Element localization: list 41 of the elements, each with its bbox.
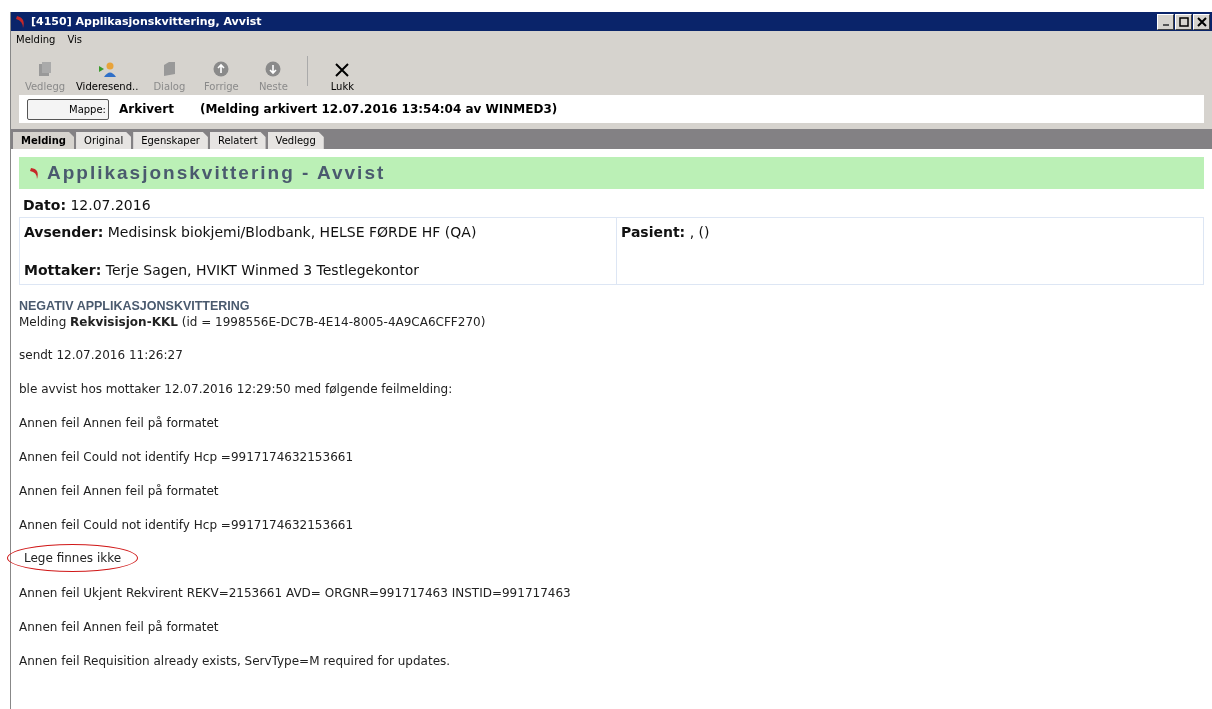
app-logo-icon [29, 166, 41, 180]
minimize-button[interactable] [1157, 13, 1174, 30]
message-line: Annen feil Could not identify Hcp =9917174632153661 [19, 517, 354, 534]
message-line: Annen feil Requisition already exists, ServType=M required for updates. [19, 653, 451, 670]
message-line: Annen feil Ukjent Rekvirent REKV=2153661 AVD= ORGNR=991717463 INSTID=991717463 [19, 585, 571, 602]
section-title: NEGATIV APPLIKASJONSKVITTERING [19, 299, 251, 313]
message-line: Annen feil Annen feil på formatet [19, 483, 219, 500]
sender-text: Avsender: Medisinsk biokjemi/Blodbank, HELSE FØRDE HF (QA) [24, 224, 478, 240]
message-line: sendt 12.07.2016 11:26:27 [19, 347, 183, 364]
patient-text: Pasient: , () [621, 224, 710, 240]
heading-title: Applikasjonskvittering - Avvist [47, 162, 386, 184]
forward-person-icon [98, 61, 117, 77]
close-button[interactable] [1193, 13, 1210, 30]
app-logo-icon [15, 14, 27, 29]
tab[interactable]: Melding [13, 132, 75, 149]
receiver-text: Mottaker: Terje Sagen, HVIKT Winmed 3 Testlegekontor [24, 262, 420, 278]
tab[interactable]: Relatert [209, 132, 266, 149]
menu-item[interactable]: Melding [16, 34, 56, 45]
close-icon [335, 63, 350, 77]
window-title: [4150] Applikasjonskvittering, Avvist [31, 15, 263, 28]
message-line: ble avvist hos mottaker 12.07.2016 12:29:50 med følgende feilmelding: [19, 381, 453, 398]
folder-name: Arkivert [119, 102, 174, 116]
message-line: Annen feil Annen feil på formatet [19, 619, 219, 636]
message-line: Melding Rekvisisjon-KKL (id = 1998556E-DC7B-4E14-8005-4A9CA6CFF270) [19, 314, 486, 331]
folder-button[interactable]: Mappe: [27, 98, 109, 120]
maximize-icon [1178, 16, 1189, 27]
close-icon [1196, 16, 1207, 27]
toolbar-button[interactable]: Lukk [316, 63, 369, 92]
document-icon [37, 61, 53, 77]
tab[interactable]: Vedlegg [267, 132, 324, 149]
maximize-button[interactable] [1175, 13, 1192, 30]
message-line: Annen feil Annen feil på formatet [19, 415, 219, 432]
toolbar-button[interactable]: Videresend.. [71, 61, 144, 92]
tab[interactable]: Egenskaper [133, 132, 208, 149]
minimize-icon [1162, 23, 1169, 26]
menu-item[interactable]: Vis [67, 34, 82, 45]
archive-info: (Melding arkivert 12.07.2016 13:54:04 av WINMED3) [199, 102, 558, 116]
document-icon [161, 61, 178, 77]
message-line: Annen feil Could not identify Hcp =9917174632153661 [19, 449, 354, 466]
tab[interactable]: Original [76, 132, 132, 149]
date-text: Dato: 12.07.2016 [22, 196, 152, 215]
